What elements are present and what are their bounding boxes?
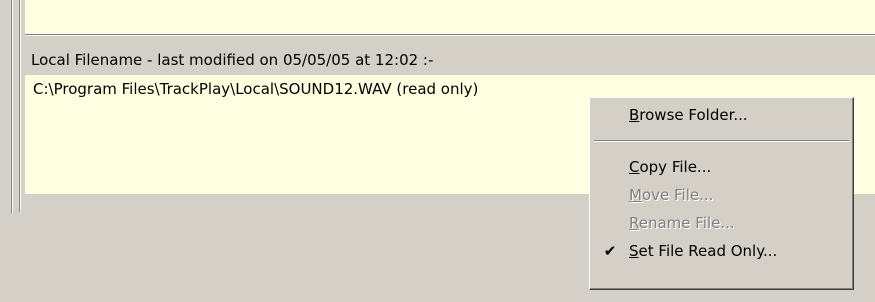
menu-item-rename-file: Rename File...: [593, 210, 850, 237]
menu-item-label: Rename File...: [629, 214, 735, 232]
menu-item-copy-file[interactable]: Copy File...: [593, 154, 850, 181]
top-panel-divider-highlight: [25, 35, 875, 36]
inner-left-border-highlight: [20, 0, 21, 212]
menu-item-label: Copy File...: [629, 158, 712, 176]
menu-item-move-file: Move File...: [593, 182, 850, 209]
menu-separator: [594, 140, 849, 142]
left-border-highlight: [12, 0, 13, 213]
menu-item-browse-folder[interactable]: Browse Folder...: [593, 102, 850, 129]
file-context-menu: Browse Folder... Copy File... Move File.…: [589, 97, 854, 290]
menu-item-label: Move File...: [629, 186, 714, 204]
top-info-panel: [25, 0, 875, 34]
check-icon: ✔: [603, 242, 617, 260]
local-file-path: C:\Program Files\TrackPlay\Local\SOUND12…: [33, 80, 479, 98]
menu-item-label: Set File Read Only...: [629, 242, 778, 260]
menu-item-set-read-only[interactable]: ✔ Set File Read Only...: [593, 238, 850, 265]
menu-item-label: Browse Folder...: [629, 106, 748, 124]
local-filename-label: Local Filename - last modified on 05/05/…: [31, 51, 434, 69]
